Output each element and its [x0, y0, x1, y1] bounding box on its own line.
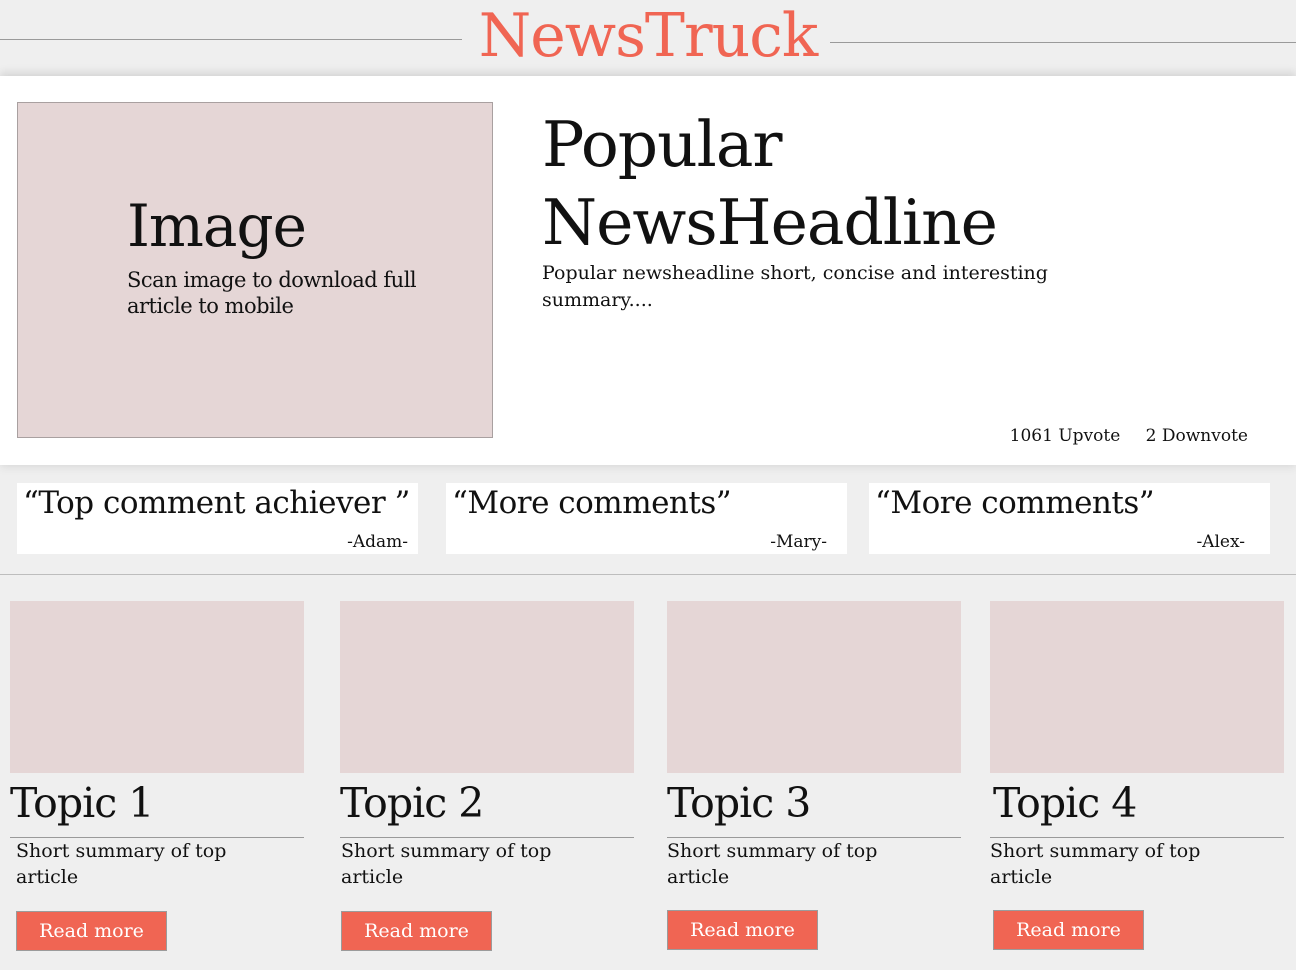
topic-image[interactable]	[667, 601, 961, 773]
featured-article: Image Scan image to download full articl…	[0, 76, 1296, 465]
featured-summary: Popular newsheadline short, concise and …	[542, 262, 1048, 311]
topic-card: Topic 4 Short summary of top article Rea…	[990, 601, 1286, 961]
comment-card: “More comments” -Mary-	[446, 483, 847, 554]
upvote-count[interactable]: 1061 Upvote	[1010, 426, 1121, 446]
comment-text: “More comments”	[452, 485, 732, 521]
topic-card: Topic 2 Short summary of top article Rea…	[340, 601, 636, 961]
header-rule-left	[0, 39, 462, 40]
comment-author: -Mary-	[770, 532, 827, 552]
comment-text: “More comments”	[875, 485, 1155, 521]
featured-headline[interactable]: Popular NewsHeadline	[542, 106, 1162, 262]
brand-logo[interactable]: NewsTruck	[466, 0, 830, 74]
site-header: NewsTruck	[0, 0, 1296, 76]
topic-title[interactable]: Topic 4	[993, 777, 1137, 829]
topic-title[interactable]: Topic 1	[10, 777, 154, 829]
topic-summary: Short summary of top article	[990, 840, 1201, 888]
comment-author: -Adam-	[347, 532, 408, 552]
vote-counts: 1061 Upvote 2 Downvote	[1010, 426, 1248, 446]
topic-image[interactable]	[10, 601, 304, 773]
topic-title[interactable]: Topic 2	[340, 777, 484, 829]
header-rule-right	[830, 42, 1296, 43]
topic-image[interactable]	[990, 601, 1284, 773]
topic-image[interactable]	[340, 601, 634, 773]
topic-card: Topic 1 Short summary of top article Rea…	[10, 601, 306, 961]
read-more-button[interactable]: Read more	[16, 911, 167, 951]
topic-card: Topic 3 Short summary of top article Rea…	[667, 601, 963, 961]
topic-summary: Short summary of top article	[16, 840, 227, 888]
comment-author: -Alex-	[1196, 532, 1245, 552]
comment-card: “Top comment achiever ” -Adam-	[17, 483, 418, 554]
read-more-button[interactable]: Read more	[667, 910, 818, 950]
topic-summary: Short summary of top article	[341, 840, 552, 888]
section-divider	[0, 574, 1296, 575]
read-more-button[interactable]: Read more	[341, 911, 492, 951]
read-more-button[interactable]: Read more	[993, 910, 1144, 950]
image-placeholder-caption: Scan image to download full article to m…	[127, 268, 417, 318]
topic-summary: Short summary of top article	[667, 840, 878, 888]
comment-card: “More comments” -Alex-	[869, 483, 1270, 554]
image-placeholder-title: Image	[127, 192, 307, 260]
comment-text: “Top comment achiever ”	[23, 485, 410, 521]
downvote-count[interactable]: 2 Downvote	[1146, 426, 1248, 446]
topic-title[interactable]: Topic 3	[667, 777, 811, 829]
featured-article-image[interactable]: Image Scan image to download full articl…	[17, 102, 493, 438]
